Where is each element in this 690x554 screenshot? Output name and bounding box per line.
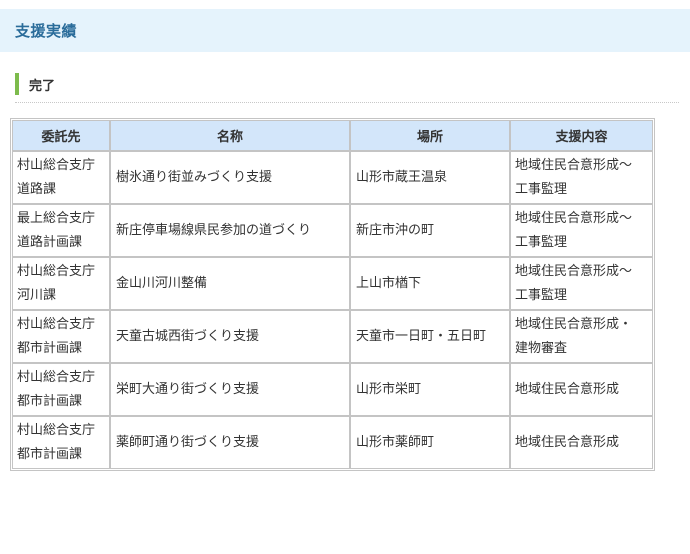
support-line: 工事監理 [515,181,568,197]
section-title: 支援実績 [15,22,78,40]
cell-location: 山形市蔵王温泉 [350,151,510,204]
support-line: 工事監理 [515,287,568,303]
cell-name: 樹氷通り街並みづくり支援 [110,151,350,204]
cell-client: 最上総合支庁 道路計画課 [12,204,110,257]
client-line: 最上総合支庁 [17,210,96,226]
column-header-support: 支援内容 [510,120,653,151]
cell-support: 地域住民合意形成・ 建物審査 [510,310,653,363]
cell-location: 山形市薬師町 [350,416,510,469]
cell-support: 地域住民合意形成 [510,363,653,416]
results-table: 委託先 名称 場所 支援内容 村山総合支庁 道路課 樹氷通り街並みづくり支援 山形… [10,118,655,471]
table-header-row: 委託先 名称 場所 支援内容 [12,120,653,151]
cell-name: 新庄停車場線県民参加の道づくり [110,204,350,257]
client-line: 道路課 [17,181,57,197]
cell-name: 薬師町通り街づくり支援 [110,416,350,469]
cell-name: 栄町大通り街づくり支援 [110,363,350,416]
support-line: 地域住民合意形成・ [515,316,633,332]
cell-location: 新庄市沖の町 [350,204,510,257]
cell-support: 地域住民合意形成～ 工事監理 [510,151,653,204]
table-row: 最上総合支庁 道路計画課 新庄停車場線県民参加の道づくり 新庄市沖の町 地域住民合… [12,204,653,257]
cell-client: 村山総合支庁 都市計画課 [12,416,110,469]
subsection-header: 完了 [15,73,679,103]
cell-location: 天童市一日町・五日町 [350,310,510,363]
cell-support: 地域住民合意形成～ 工事監理 [510,257,653,310]
client-line: 村山総合支庁 [17,422,96,438]
cell-client: 村山総合支庁 都市計画課 [12,310,110,363]
table-row: 村山総合支庁 道路課 樹氷通り街並みづくり支援 山形市蔵王温泉 地域住民合意形成～… [12,151,653,204]
client-line: 都市計画課 [17,393,83,409]
cell-client: 村山総合支庁 河川課 [12,257,110,310]
column-header-client: 委託先 [12,120,110,151]
subsection-title: 完了 [29,79,56,94]
cell-support: 地域住民合意形成 [510,416,653,469]
cell-support: 地域住民合意形成～ 工事監理 [510,204,653,257]
cell-name: 金山川河川整備 [110,257,350,310]
section-header: 支援実績 [0,9,690,52]
cell-location: 上山市楢下 [350,257,510,310]
support-line: 工事監理 [515,234,568,250]
table-row: 村山総合支庁 都市計画課 薬師町通り街づくり支援 山形市薬師町 地域住民合意形成 [12,416,653,469]
client-line: 村山総合支庁 [17,369,96,385]
column-header-location: 場所 [350,120,510,151]
cell-client: 村山総合支庁 都市計画課 [12,363,110,416]
table-row: 村山総合支庁 都市計画課 栄町大通り街づくり支援 山形市栄町 地域住民合意形成 [12,363,653,416]
column-header-name: 名称 [110,120,350,151]
client-line: 道路計画課 [17,234,83,250]
cell-client: 村山総合支庁 道路課 [12,151,110,204]
client-line: 村山総合支庁 [17,263,96,279]
client-line: 村山総合支庁 [17,157,96,173]
table-row: 村山総合支庁 河川課 金山川河川整備 上山市楢下 地域住民合意形成～ 工事監理 [12,257,653,310]
client-line: 都市計画課 [17,340,83,356]
support-line: 地域住民合意形成 [515,381,620,397]
support-line: 地域住民合意形成 [515,434,620,450]
client-line: 河川課 [17,287,57,303]
table-row: 村山総合支庁 都市計画課 天童古城西街づくり支援 天童市一日町・五日町 地域住民合… [12,310,653,363]
client-line: 村山総合支庁 [17,316,96,332]
support-line: 建物審査 [515,340,568,356]
cell-name: 天童古城西街づくり支援 [110,310,350,363]
support-line: 地域住民合意形成～ [515,157,633,173]
support-line: 地域住民合意形成～ [515,263,633,279]
support-line: 地域住民合意形成～ [515,210,633,226]
client-line: 都市計画課 [17,446,83,462]
subsection-accent-bar [15,73,19,95]
cell-location: 山形市栄町 [350,363,510,416]
